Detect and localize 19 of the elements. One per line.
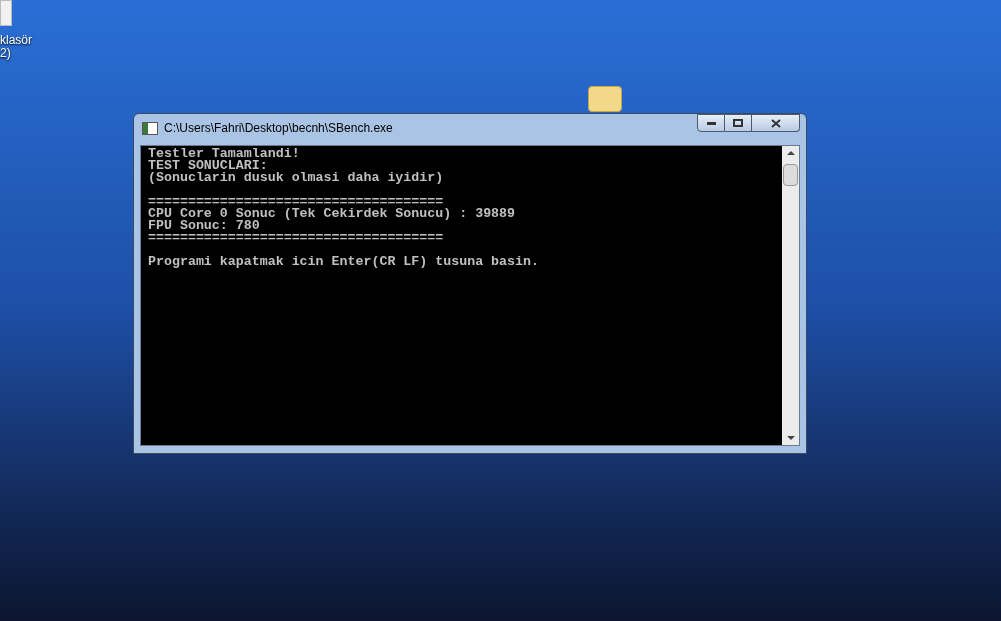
console-line: (Sonuclarin dusuk olmasi daha iyidir) [148,172,444,184]
close-icon [770,118,781,128]
window-title: C:\Users\Fahri\Desktop\becnh\SBench.exe [164,120,393,137]
scroll-down-icon[interactable] [786,436,795,440]
console-line: ===================================== [148,196,444,208]
scrollbar-thumb[interactable] [783,164,798,186]
minimize-button[interactable] [697,114,725,132]
icon-label[interactable]: klasör 2) [0,34,32,60]
console-line: TEST SONUCLARI: [148,160,268,172]
console-app-icon [142,121,158,135]
scroll-up-icon[interactable] [786,151,795,155]
console-line: Testler Tamamlandi! [148,148,300,160]
console-line: CPU Core 0 Sonuc (Tek Cekirdek Sonucu) : 39889 [148,208,516,220]
maximize-button[interactable] [725,114,752,132]
console-line: Programi kapatmak icin Enter(CR LF) tusuna basin. [148,256,539,268]
close-button[interactable] [752,114,800,132]
scrollbar[interactable] [782,146,799,445]
console-line: ===================================== [148,232,444,244]
console-line: FPU Sonuc: 780 [148,220,260,232]
